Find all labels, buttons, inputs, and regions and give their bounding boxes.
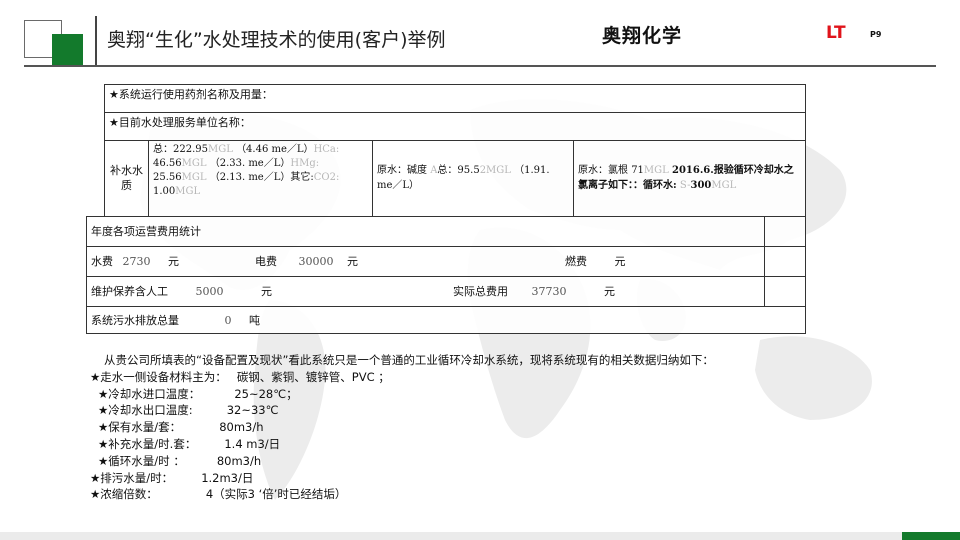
maintenance-label: 维护保养含人工 bbox=[91, 285, 168, 298]
row-service-unit: ★目前水处理服务单位名称： bbox=[104, 112, 806, 141]
maintenance-row: 维护保养含人工 5000 元 实际总费用 37730 元 bbox=[86, 276, 765, 307]
fuel-fee-label: 燃费 bbox=[565, 255, 587, 268]
electric-fee-label: 电费 bbox=[255, 255, 277, 268]
annual-cost-title-cell: 年度各项运营费用统计 bbox=[86, 216, 765, 247]
empty-cell bbox=[764, 276, 806, 307]
service-unit-label: ★目前水处理服务单位名称： bbox=[109, 116, 251, 129]
electric-fee-value: 30000 bbox=[298, 255, 334, 268]
note-item: ★循环水量/时 ： 80m3/h bbox=[98, 453, 262, 468]
sewage-label: 系统污水排放总量 bbox=[91, 314, 179, 327]
raw-alkalinity-cell: 原水：碱度 A总：95.52MGL （1.91. me／L） bbox=[372, 140, 574, 217]
note-item: ★补充水量/时.套： 1.4 m3/日 bbox=[98, 436, 281, 451]
maintenance-value: 5000 bbox=[195, 285, 224, 298]
brand-code: LT bbox=[826, 23, 846, 43]
note-item: ★浓缩倍数： 4（实际3 ‘倍’时已经结垢） bbox=[90, 487, 347, 502]
row-system-agents: ★系统运行使用药剂名称及用量： bbox=[104, 84, 806, 113]
sewage-value: 0 bbox=[224, 314, 232, 327]
makeup-water-label: 补水水质 bbox=[110, 164, 143, 192]
makeup-hardness-cell: 总：222.95MGL （4.46 me／L）HCa: 46.56MGL （2.… bbox=[148, 140, 373, 217]
note-item: ★走水一侧设备材料主为： 碳钢、紫铜、镀锌管、PVC ； bbox=[90, 369, 390, 384]
header-decoration-green-square bbox=[52, 34, 83, 65]
note-item: ★保有水量/套： 80m3/h bbox=[98, 420, 264, 435]
header-divider-vertical bbox=[95, 16, 97, 66]
water-fee-value: 2730 bbox=[122, 255, 151, 268]
water-fee-label: 水费 bbox=[91, 255, 113, 268]
annual-cost-title: 年度各项运营费用统计 bbox=[91, 225, 201, 238]
page-number: P9 bbox=[870, 30, 882, 39]
water-quality-table: ★系统运行使用药剂名称及用量： ★目前水处理服务单位名称： 补水水质 总：222… bbox=[86, 84, 806, 334]
note-item: ★冷却水出口温度: 32~33℃ bbox=[98, 403, 279, 418]
page-title: 奥翔“生化”水处理技术的使用(客户)举例 bbox=[107, 29, 446, 51]
note-item: ★冷却水进口温度： 25~28℃； bbox=[98, 386, 298, 401]
system-summary-notes: 从贵公司所填表的“设备配置及现状”看此系统只是一个普通的工业循环冷却水系统，现将… bbox=[86, 352, 846, 503]
makeup-water-label-cell: 补水水质 bbox=[104, 140, 149, 217]
sewage-row: 系统污水排放总量 0 吨 bbox=[86, 306, 806, 334]
footer-bar bbox=[0, 532, 960, 540]
brand-name: 奥翔化学 bbox=[602, 25, 683, 47]
empty-cell bbox=[764, 246, 806, 277]
footer-accent bbox=[902, 532, 960, 540]
total-cost-value: 37730 bbox=[531, 285, 567, 298]
total-cost-label: 实际总费用 bbox=[453, 285, 508, 298]
system-agents-label: ★系统运行使用药剂名称及用量： bbox=[109, 88, 273, 101]
note-item: ★排污水量/时： 1.2m3/日 bbox=[90, 470, 254, 485]
header-divider-horizontal bbox=[24, 65, 936, 67]
fees-row: 水费 2730 元 电费 30000 元 燃费 元 bbox=[86, 246, 765, 277]
empty-cell bbox=[764, 216, 806, 247]
raw-chloride-cell: 原水：氯根 71MGL 2016.6.报验循环冷却水之氯离子如下：：循环水: S… bbox=[573, 140, 806, 217]
notes-intro: 从贵公司所填表的“设备配置及现状”看此系统只是一个普通的工业循环冷却水系统，现将… bbox=[104, 353, 714, 367]
